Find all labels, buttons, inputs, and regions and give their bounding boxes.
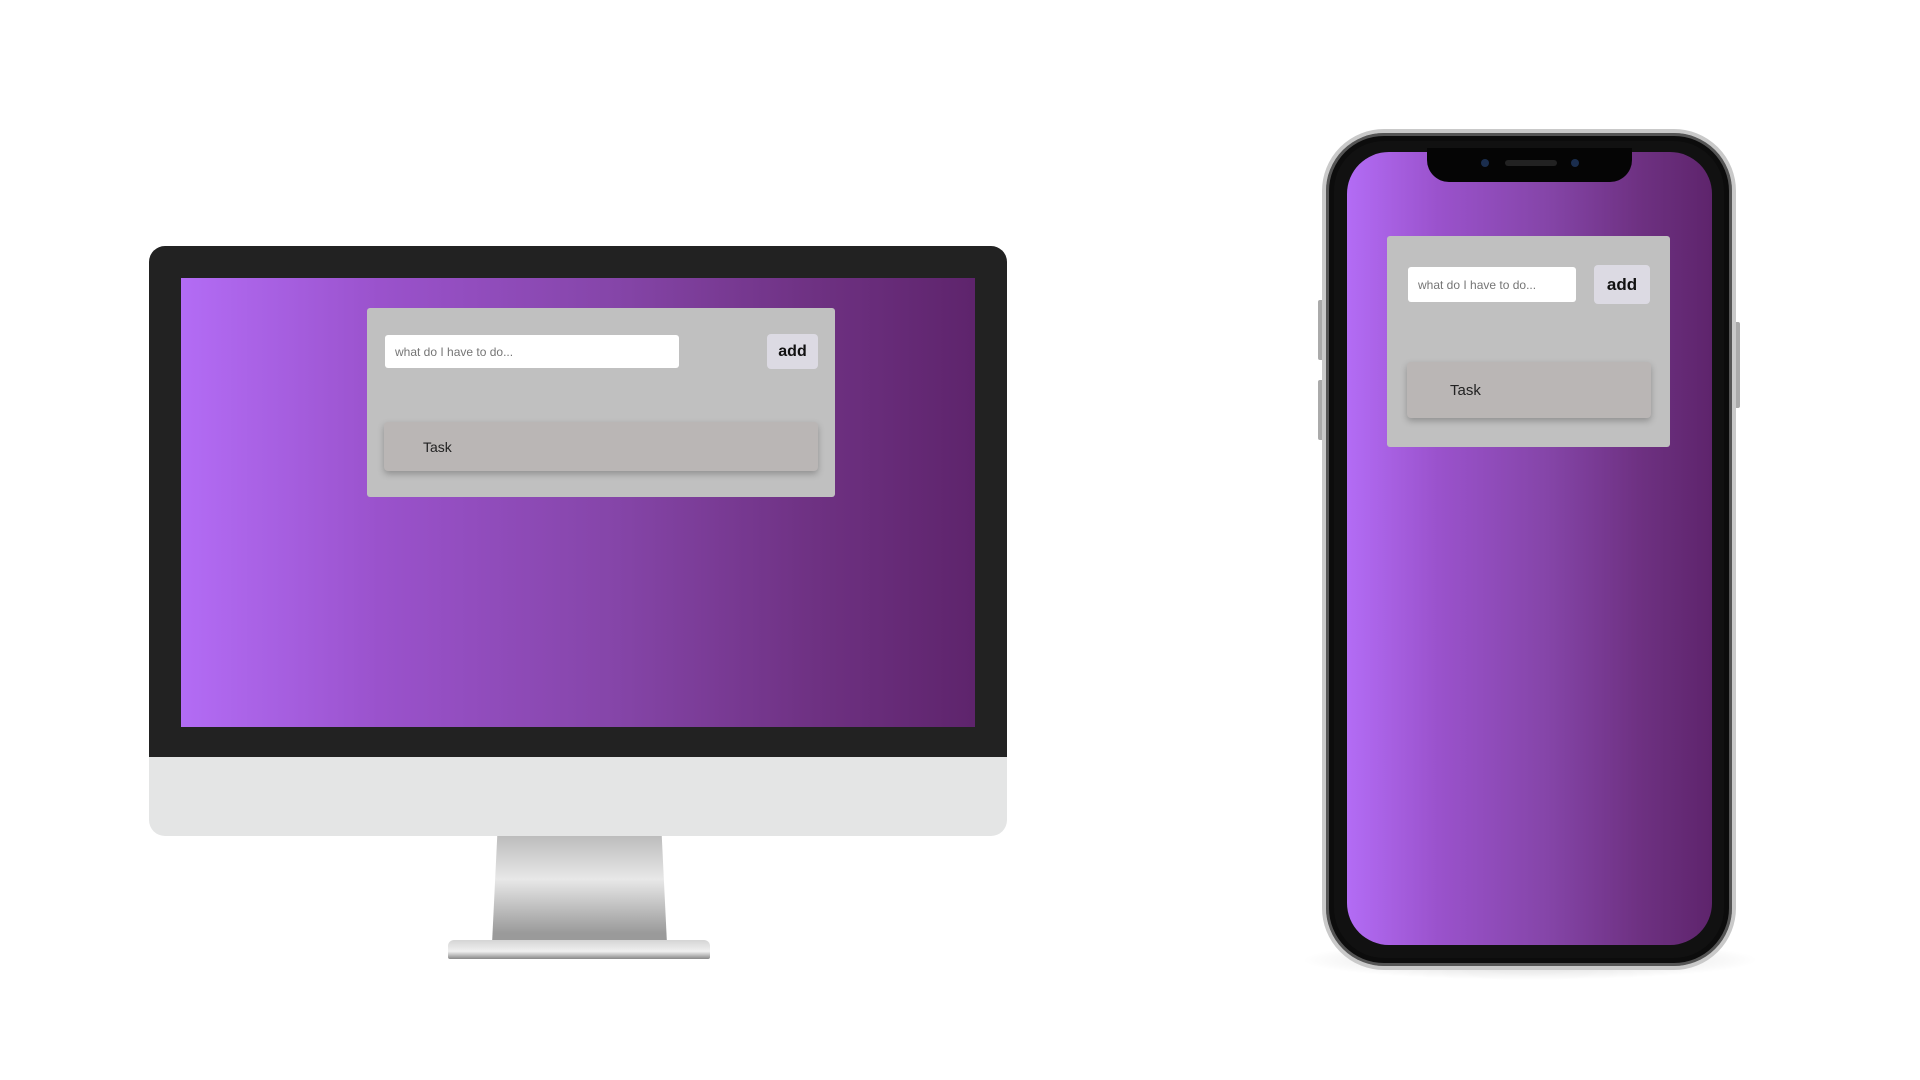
task-item-phone[interactable]: Task xyxy=(1407,362,1651,418)
camera-icon xyxy=(1481,159,1489,167)
speaker-icon xyxy=(1505,160,1557,166)
sensor-icon xyxy=(1571,159,1579,167)
task-label: Task xyxy=(1450,381,1481,399)
monitor-chin xyxy=(149,757,1007,836)
task-label: Task xyxy=(423,438,452,455)
task-item-desktop[interactable]: Task xyxy=(384,422,818,471)
add-button-phone[interactable]: add xyxy=(1594,265,1650,304)
add-button-desktop[interactable]: add xyxy=(767,334,818,369)
todo-input-phone[interactable] xyxy=(1408,267,1576,302)
todo-input-desktop[interactable] xyxy=(385,335,679,368)
monitor-stand xyxy=(492,836,667,944)
monitor-base xyxy=(448,940,710,959)
